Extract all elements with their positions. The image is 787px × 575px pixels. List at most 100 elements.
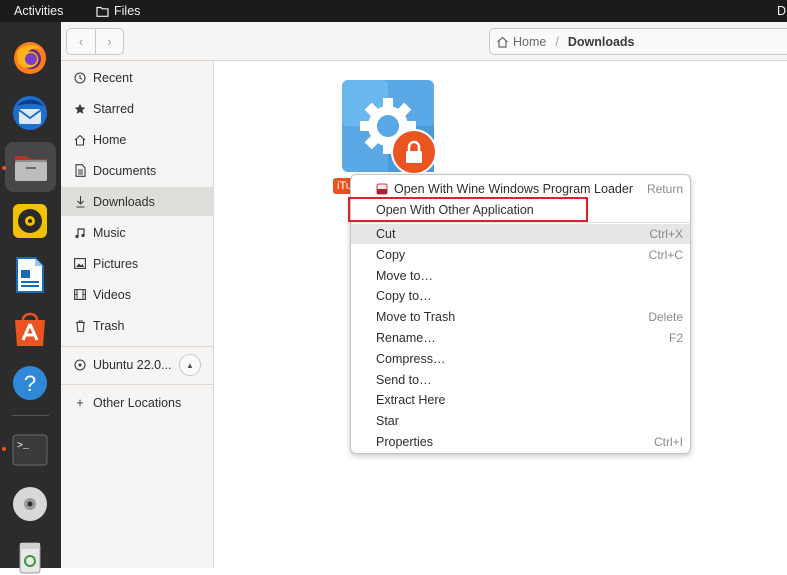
sidebar: Recent Starred Home Documents Downloads … <box>61 61 214 568</box>
activities-button[interactable]: Activities <box>14 4 63 18</box>
files-icon <box>14 156 47 181</box>
menu-item-cut[interactable]: Cut Ctrl+X <box>351 223 690 245</box>
files-launcher[interactable] <box>5 142 56 192</box>
trash-icon <box>73 319 87 332</box>
dock: ? >_ <box>0 22 61 574</box>
thunderbird-icon <box>13 96 47 130</box>
sidebar-item-label: Starred <box>93 101 134 116</box>
eject-button[interactable]: ▲ <box>179 354 201 376</box>
menu-item-extract-here[interactable]: Extract Here <box>351 390 690 411</box>
path-home-button[interactable]: Home <box>496 35 546 49</box>
sidebar-item-recent[interactable]: Recent <box>61 63 214 92</box>
app-name: Files <box>114 4 141 18</box>
forward-button[interactable]: › <box>94 29 123 54</box>
menu-item-shortcut: Ctrl+X <box>649 226 683 241</box>
annotation-highlight-box <box>348 197 588 222</box>
menu-item-properties[interactable]: Properties Ctrl+I <box>351 432 690 453</box>
thunderbird-launcher[interactable] <box>11 94 49 132</box>
menu-item-copy[interactable]: Copy Ctrl+C <box>351 244 690 265</box>
sidebar-item-home[interactable]: Home <box>61 125 214 154</box>
menu-item-label: Cut <box>376 226 396 241</box>
disc-icon <box>13 487 47 521</box>
terminal-icon: >_ <box>12 434 48 466</box>
back-button[interactable]: ‹ <box>67 29 95 54</box>
path-separator: / <box>555 34 559 49</box>
sidebar-item-trash[interactable]: Trash <box>61 311 214 340</box>
sidebar-item-downloads[interactable]: Downloads <box>61 187 214 216</box>
menu-item-compress[interactable]: Compress… <box>351 348 690 369</box>
sidebar-item-documents[interactable]: Documents <box>61 156 214 185</box>
home-icon <box>497 36 508 48</box>
help-launcher[interactable]: ? <box>11 364 49 402</box>
eject-icon: ▲ <box>186 360 194 370</box>
menu-item-label: Copy <box>376 247 406 262</box>
menu-item-move-to-trash[interactable]: Move to Trash Delete <box>351 307 690 328</box>
sidebar-item-label: Documents <box>93 163 157 178</box>
system-menu[interactable]: D <box>777 4 787 18</box>
app-menu[interactable]: Files <box>96 4 140 18</box>
trash-icon <box>19 542 41 574</box>
sidebar-item-label: Ubuntu 22.0... <box>93 357 172 372</box>
sidebar-item-pictures[interactable]: Pictures <box>61 249 214 278</box>
menu-item-copy-to[interactable]: Copy to… <box>351 286 690 307</box>
menu-item-move-to[interactable]: Move to… <box>351 265 690 286</box>
help-icon: ? <box>13 366 47 400</box>
picture-icon <box>73 258 87 269</box>
menu-item-label: Rename… <box>376 330 436 345</box>
writer-launcher[interactable] <box>11 256 49 294</box>
navigation-buttons: ‹ › <box>66 28 124 55</box>
sidebar-item-label: Pictures <box>93 256 139 271</box>
menu-item-star[interactable]: Star <box>351 411 690 432</box>
wine-icon <box>376 183 388 195</box>
music-icon <box>73 227 87 239</box>
sidebar-item-music[interactable]: Music <box>61 218 214 247</box>
plus-icon: + <box>76 395 84 410</box>
sidebar-item-label: Recent <box>93 70 133 85</box>
sidebar-item-other-locations[interactable]: + Other Locations <box>61 388 214 417</box>
menu-item-rename[interactable]: Rename… F2 <box>351 328 690 349</box>
folder-icon <box>96 6 109 17</box>
menu-item-shortcut: Delete <box>648 310 683 325</box>
sidebar-item-label: Music <box>93 225 126 240</box>
sidebar-item-label: Downloads <box>93 194 155 209</box>
terminal-launcher[interactable]: >_ <box>11 431 49 469</box>
dock-separator <box>12 415 49 416</box>
download-icon <box>73 195 87 208</box>
sidebar-item-label: Home <box>93 132 127 147</box>
menu-item-label: Star <box>376 414 399 429</box>
trash-launcher[interactable] <box>11 537 49 575</box>
firefox-icon <box>14 42 46 74</box>
ubuntu-software-launcher[interactable] <box>11 310 49 348</box>
file-item[interactable] <box>342 80 437 175</box>
menu-item-label: Send to… <box>376 372 432 387</box>
menu-item-label: Copy to… <box>376 289 432 304</box>
menu-item-shortcut: Return <box>646 182 683 197</box>
top-bar: Activities Files D <box>0 0 787 22</box>
ubuntu-software-icon <box>15 312 45 346</box>
firefox-launcher[interactable] <box>11 39 49 77</box>
header-bar: ‹ › Home / Downloads <box>61 22 787 61</box>
sidebar-item-videos[interactable]: Videos <box>61 280 214 309</box>
executable-icon <box>342 80 437 175</box>
rhythmbox-launcher[interactable] <box>11 202 49 240</box>
path-bar: Home / Downloads <box>489 28 787 55</box>
path-home-label: Home <box>513 34 547 49</box>
sidebar-item-label: Other Locations <box>93 395 182 410</box>
menu-item-label: Properties <box>376 434 433 449</box>
sidebar-separator <box>61 384 214 385</box>
clock-icon <box>73 71 87 84</box>
rhythmbox-icon <box>13 204 47 238</box>
path-current-button[interactable]: Downloads <box>568 35 635 49</box>
menu-item-send-to[interactable]: Send to… <box>351 369 690 390</box>
libreoffice-writer-icon <box>16 257 44 293</box>
menu-item-shortcut: Ctrl+C <box>648 247 683 262</box>
home-icon <box>73 134 87 146</box>
video-icon <box>73 289 87 300</box>
svg-text:?: ? <box>24 371 36 396</box>
svg-text:>_: >_ <box>17 441 30 452</box>
sidebar-separator <box>61 346 214 347</box>
menu-item-label: Move to… <box>376 268 433 283</box>
sidebar-item-starred[interactable]: Starred <box>61 94 214 123</box>
disc-launcher[interactable] <box>11 485 49 523</box>
document-icon <box>73 164 87 177</box>
